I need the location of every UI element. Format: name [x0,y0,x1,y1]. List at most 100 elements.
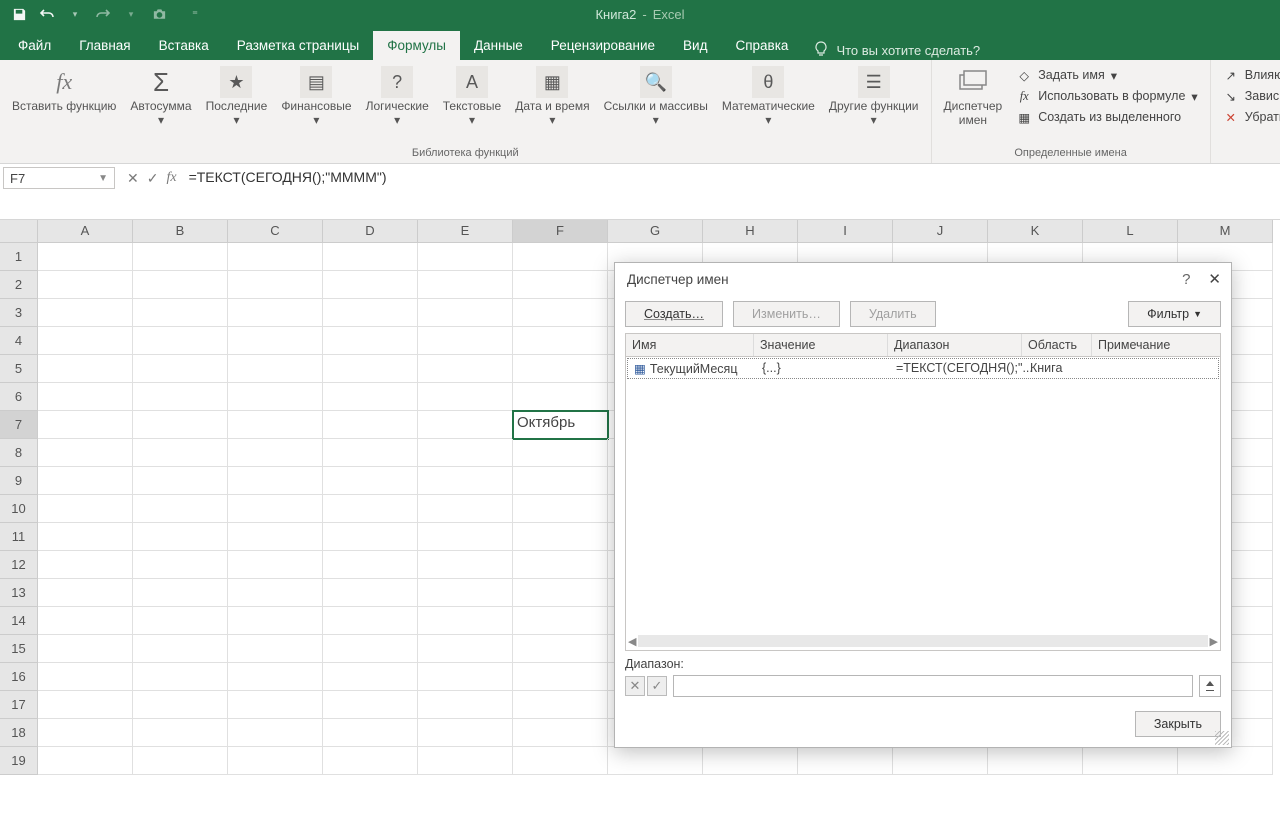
cell[interactable] [513,635,608,663]
cell[interactable] [323,383,418,411]
row-header[interactable]: 9 [0,467,38,495]
undo-dropdown-icon[interactable]: ▾ [66,5,84,23]
col-header[interactable]: J [893,220,988,243]
create-from-selection-button[interactable]: ▦Создать из выделенного [1014,108,1199,126]
row-header[interactable]: 19 [0,747,38,775]
accept-ref-icon[interactable]: ✓ [647,676,667,696]
cell[interactable] [38,635,133,663]
row-header[interactable]: 1 [0,243,38,271]
cell[interactable] [513,523,608,551]
cell[interactable] [323,299,418,327]
cell[interactable] [133,607,228,635]
cell[interactable] [228,355,323,383]
cell[interactable] [228,635,323,663]
cell[interactable] [38,355,133,383]
cell[interactable] [228,439,323,467]
cell[interactable] [608,747,703,775]
h-scrollbar[interactable] [638,635,1207,647]
text-button[interactable]: AТекстовые▾ [437,64,507,147]
close-icon[interactable]: ✕ [1208,270,1221,288]
cell[interactable] [38,383,133,411]
cell[interactable] [38,607,133,635]
name-manager-button[interactable]: Диспетчер имен [938,64,1009,147]
redo-dropdown-icon[interactable]: ▾ [122,5,140,23]
col-scope-header[interactable]: Область [1022,334,1092,356]
tab-data[interactable]: Данные [460,31,537,60]
row-header[interactable]: 14 [0,607,38,635]
financial-button[interactable]: ▤Финансовые▾ [275,64,357,147]
cell[interactable] [133,467,228,495]
tab-view[interactable]: Вид [669,31,721,60]
cell[interactable] [228,271,323,299]
cell[interactable] [228,747,323,775]
cell[interactable] [513,719,608,747]
cell[interactable] [38,467,133,495]
select-all-button[interactable] [0,220,38,243]
cell[interactable] [228,663,323,691]
cell[interactable] [323,523,418,551]
col-range-header[interactable]: Диапазон [888,334,1022,356]
cell[interactable] [418,327,513,355]
collapse-dialog-icon[interactable] [1199,675,1221,697]
cell[interactable] [228,691,323,719]
tab-file[interactable]: Файл [4,31,65,60]
cancel-icon[interactable]: ✕ [127,170,139,187]
cell[interactable] [228,383,323,411]
row-header[interactable]: 13 [0,579,38,607]
cell[interactable] [133,579,228,607]
enter-icon[interactable]: ✓ [147,170,159,187]
cell[interactable] [513,551,608,579]
cell[interactable] [228,551,323,579]
qat-customize-icon[interactable]: ⁼ [186,5,204,23]
fx-icon[interactable]: fx [166,170,176,186]
row-header[interactable]: 18 [0,719,38,747]
cell[interactable] [418,467,513,495]
cell[interactable] [38,663,133,691]
name-list[interactable]: ▦ТекущийМесяц {...} =ТЕКСТ(СЕГОДНЯ();"..… [625,357,1221,651]
autosum-button[interactable]: ΣАвтосумма▾ [124,64,197,147]
cell[interactable] [38,243,133,271]
cell[interactable] [228,719,323,747]
cell[interactable] [323,551,418,579]
cell[interactable] [418,663,513,691]
close-button[interactable]: Закрыть [1135,711,1221,737]
delete-button[interactable]: Удалить [850,301,936,327]
cell[interactable] [323,355,418,383]
tab-help[interactable]: Справка [721,31,802,60]
cell[interactable] [38,747,133,775]
define-name-button[interactable]: ◇Задать имя ▾ [1014,66,1199,84]
cell[interactable] [418,243,513,271]
create-button[interactable]: Создать… [625,301,723,327]
cell[interactable] [418,691,513,719]
cell[interactable] [228,523,323,551]
scroll-left-icon[interactable]: ◀ [628,635,636,648]
cell[interactable] [133,271,228,299]
col-header[interactable]: H [703,220,798,243]
cell[interactable] [513,663,608,691]
undo-icon[interactable] [38,5,56,23]
more-functions-button[interactable]: ☰Другие функции▾ [823,64,925,147]
cell[interactable] [133,663,228,691]
row-header[interactable]: 12 [0,551,38,579]
cell[interactable] [323,495,418,523]
cell[interactable] [228,299,323,327]
cell[interactable] [513,243,608,271]
cell[interactable] [133,551,228,579]
cell[interactable] [38,551,133,579]
cell[interactable] [38,523,133,551]
redo-icon[interactable] [94,5,112,23]
cell[interactable] [323,691,418,719]
cell[interactable] [323,271,418,299]
col-header[interactable]: L [1083,220,1178,243]
tab-insert[interactable]: Вставка [145,31,223,60]
cell[interactable] [133,635,228,663]
cell[interactable] [38,271,133,299]
col-name-header[interactable]: Имя [626,334,754,356]
cell[interactable] [418,719,513,747]
trace-dependents-button[interactable]: ↘Зависимые ячейки [1221,87,1280,105]
row-header[interactable]: 5 [0,355,38,383]
cell[interactable] [38,327,133,355]
recent-button[interactable]: ★Последние▾ [200,64,274,147]
camera-icon[interactable] [150,5,168,23]
cell[interactable] [323,663,418,691]
